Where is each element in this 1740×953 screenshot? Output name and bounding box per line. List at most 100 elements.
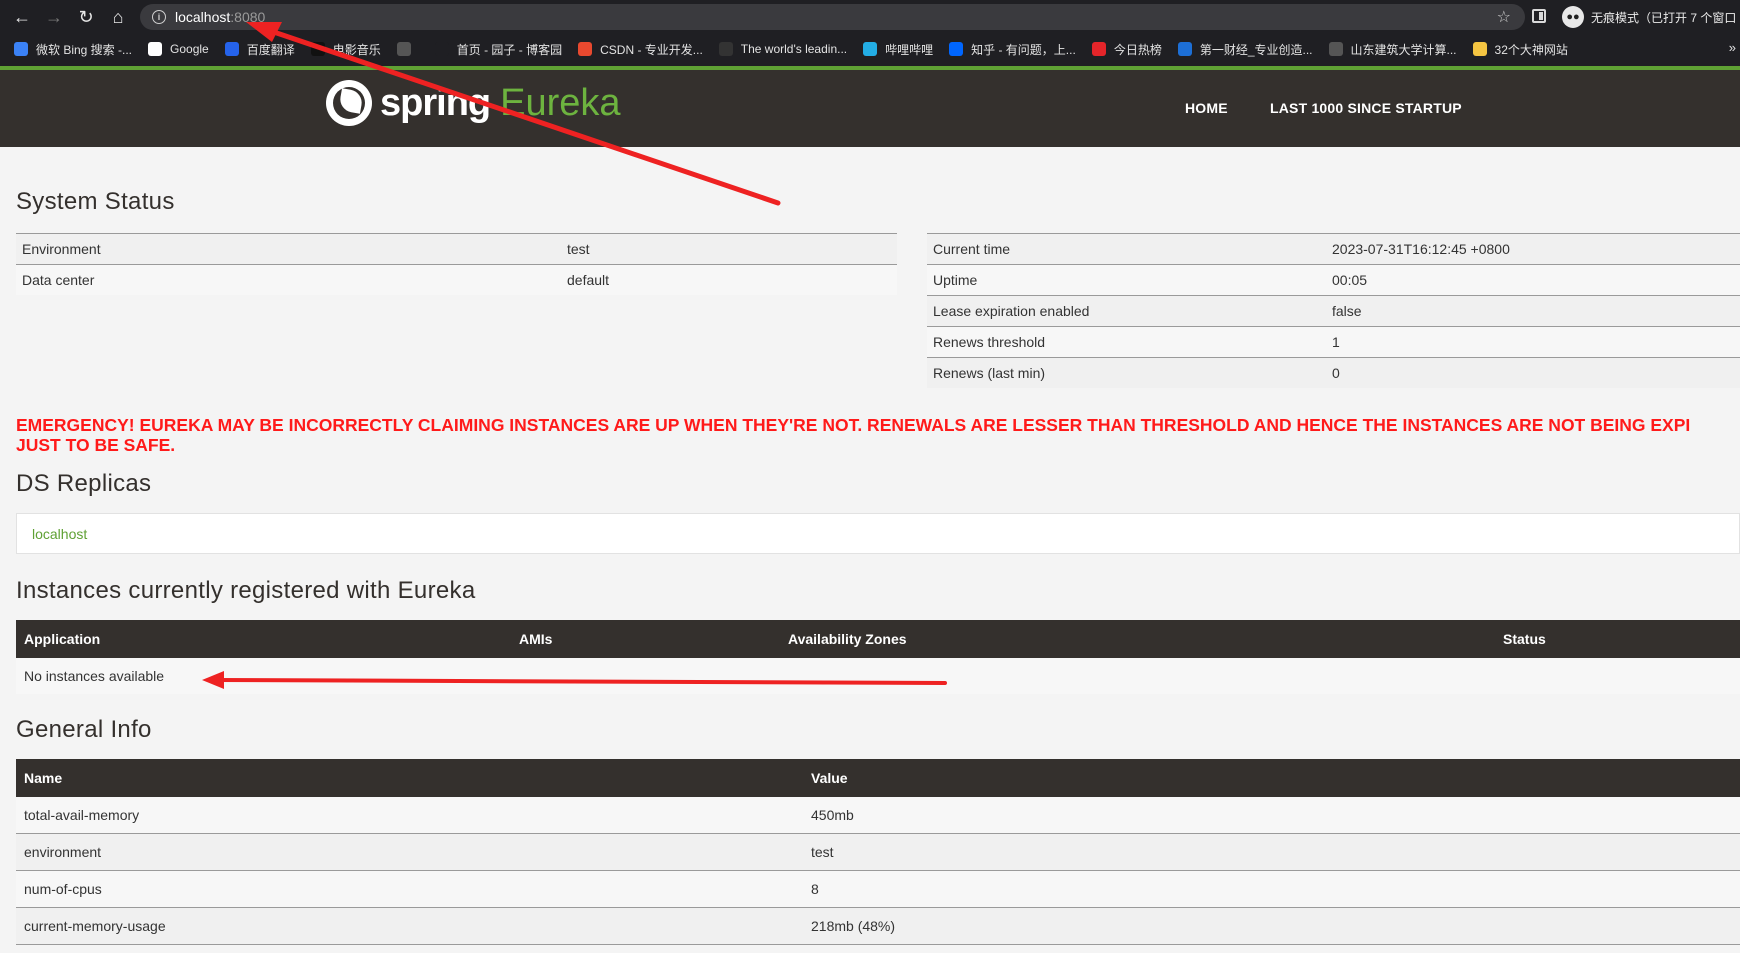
empty-instances-text: No instances available <box>24 668 165 684</box>
bookmark-item[interactable]: 今日热榜 <box>1091 41 1162 58</box>
bookmark-item[interactable]: 哔哩哔哩 <box>863 41 933 58</box>
bookmark-label: 首页 - 园子 - 博客园 <box>456 42 563 57</box>
finance-icon <box>1177 42 1192 56</box>
nav-last-1000[interactable]: LAST 1000 SINCE STARTUP <box>1270 100 1462 116</box>
bookmark-item[interactable]: 首页 - 园子 - 博客园 <box>434 41 563 58</box>
forward-icon[interactable]: → <box>38 1 70 33</box>
ds-replicas-title: DS Replicas <box>16 470 152 497</box>
bookmark-label: CSDN - 专业开发... <box>600 42 703 57</box>
status-key: Lease expiration enabled <box>933 303 1090 319</box>
status-key: Renews threshold <box>933 334 1046 350</box>
bookmark-label: 32个大神网站 <box>1494 42 1568 57</box>
incognito-icon: ●● <box>1562 6 1584 28</box>
column-header: Name <box>24 770 63 786</box>
emergency-warning: EMERGENCY! EUREKA MAY BE INCORRECTLY CLA… <box>16 415 1736 455</box>
side-panel-icon[interactable] <box>1532 9 1546 23</box>
instances-title: Instances currently registered with Eure… <box>16 577 476 604</box>
status-key: Uptime <box>933 272 978 288</box>
status-value: 1 <box>1332 334 1340 350</box>
table-row: Renews threshold 1 <box>927 326 1740 357</box>
status-key: Environment <box>22 241 101 257</box>
bookmark-label: 山东建筑大学计算... <box>1350 42 1457 57</box>
bookmark-label: 微软 Bing 搜索 -... <box>36 42 133 57</box>
bookmarks-bar: 微软 Bing 搜索 -... Google 百度翻译 电影音乐 首页 - 园子 - 博… <box>0 36 1740 62</box>
reload-icon[interactable]: ↻ <box>70 1 102 33</box>
music-icon <box>310 42 325 56</box>
status-key: Current time <box>933 241 1011 257</box>
bookmark-item[interactable]: 知乎 - 有问题，上... <box>949 41 1076 58</box>
general-info-table: Name Value total-avail-memory 450mb envi… <box>16 759 1740 945</box>
system-status-left-table: Environment test Data center default <box>16 233 897 295</box>
folder-icon <box>1472 42 1487 56</box>
bookmark-item[interactable]: 百度翻译 <box>224 41 295 58</box>
table-row: Data center default <box>16 264 897 295</box>
status-value: test <box>567 241 590 257</box>
bookmark-label: 知乎 - 有问题，上... <box>971 42 1076 57</box>
status-value: default <box>567 272 610 288</box>
info-value: 218mb (48%) <box>811 918 896 934</box>
logo-eureka-text: Eureka <box>500 81 621 124</box>
blog-icon <box>434 42 449 56</box>
table-row: Lease expiration enabled false <box>927 295 1740 326</box>
bookmark-star-icon[interactable]: ☆ <box>1497 7 1511 27</box>
table-row: total-avail-memory 450mb <box>16 797 1740 834</box>
bookmark-label: 百度翻译 <box>246 42 295 57</box>
bookmark-label: The world's leadin... <box>740 42 848 56</box>
bookmark-item[interactable]: The world's leadin... <box>718 42 848 56</box>
bookmark-label: 今日热榜 <box>1113 42 1162 57</box>
bookmark-item[interactable]: 第一财经_专业创造... <box>1177 41 1313 58</box>
bookmark-item[interactable] <box>396 42 419 56</box>
column-header: Status <box>1503 631 1546 647</box>
table-row: environment test <box>16 834 1740 871</box>
bookmark-item[interactable]: CSDN - 专业开发... <box>578 41 703 58</box>
status-key: Renews (last min) <box>933 365 1046 381</box>
site-info-icon[interactable]: i <box>152 10 166 24</box>
info-value: test <box>811 844 834 860</box>
bookmark-item[interactable]: 山东建筑大学计算... <box>1328 41 1457 58</box>
general-info-table-header: Name Value <box>16 759 1740 797</box>
zhihu-icon <box>949 42 964 56</box>
instances-table: Application AMIs Availability Zones Stat… <box>16 620 1740 694</box>
github-icon <box>718 42 733 56</box>
home-icon[interactable]: ⌂ <box>102 1 134 33</box>
instances-table-header: Application AMIs Availability Zones Stat… <box>16 620 1740 658</box>
column-header: Availability Zones <box>788 631 907 647</box>
address-bar[interactable]: i localhost:8080 ☆ <box>140 4 1525 30</box>
bookmark-item[interactable]: Google <box>148 42 209 56</box>
bookmark-item[interactable]: 电影音乐 <box>310 41 381 58</box>
info-name: environment <box>24 844 102 860</box>
incognito-label: 无痕模式（已打开 7 个窗口 <box>1591 10 1737 25</box>
search-icon <box>14 42 28 56</box>
info-value: 8 <box>811 881 819 897</box>
status-value: 00:05 <box>1332 272 1368 288</box>
spring-eureka-logo[interactable]: spring Eureka <box>326 80 621 126</box>
incognito-indicator[interactable]: ●● 无痕模式（已打开 7 个窗口 <box>1562 6 1736 28</box>
bookmark-label: 第一财经_专业创造... <box>1199 42 1313 57</box>
bilibili-icon <box>863 42 878 56</box>
spring-leaf-icon <box>326 80 372 126</box>
rebang-icon <box>1091 42 1106 56</box>
info-name: total-avail-memory <box>24 807 140 823</box>
info-value: 450mb <box>811 807 854 823</box>
status-value: 0 <box>1332 365 1340 381</box>
replica-link[interactable]: localhost <box>32 526 87 542</box>
column-header: Value <box>811 770 848 786</box>
bookmark-label: 哔哩哔哩 <box>885 42 934 57</box>
google-icon <box>148 42 163 56</box>
status-key: Data center <box>22 272 95 288</box>
bookmarks-more[interactable]: » <box>1729 40 1736 55</box>
table-row: Environment test <box>16 233 897 264</box>
bookmark-item[interactable]: 微软 Bing 搜索 -... <box>14 41 132 58</box>
emergency-line-1: EMERGENCY! EUREKA MAY BE INCORRECTLY CLA… <box>16 415 1691 435</box>
csdn-icon <box>578 42 593 56</box>
eureka-header: spring Eureka HOME LAST 1000 SINCE START… <box>0 70 1740 147</box>
back-icon[interactable]: ← <box>6 1 38 33</box>
table-row: Current time 2023-07-31T16:12:45 +0800 <box>927 233 1740 264</box>
table-row: Renews (last min) 0 <box>927 357 1740 388</box>
info-name: current-memory-usage <box>24 918 166 934</box>
nav-home[interactable]: HOME <box>1185 100 1228 116</box>
bookmark-item[interactable]: 32个大神网站 <box>1472 41 1568 58</box>
emergency-line-2: JUST TO BE SAFE. <box>16 435 176 455</box>
logo-spring-text: spring <box>380 81 491 124</box>
ds-replica-list: localhost <box>16 513 1740 554</box>
